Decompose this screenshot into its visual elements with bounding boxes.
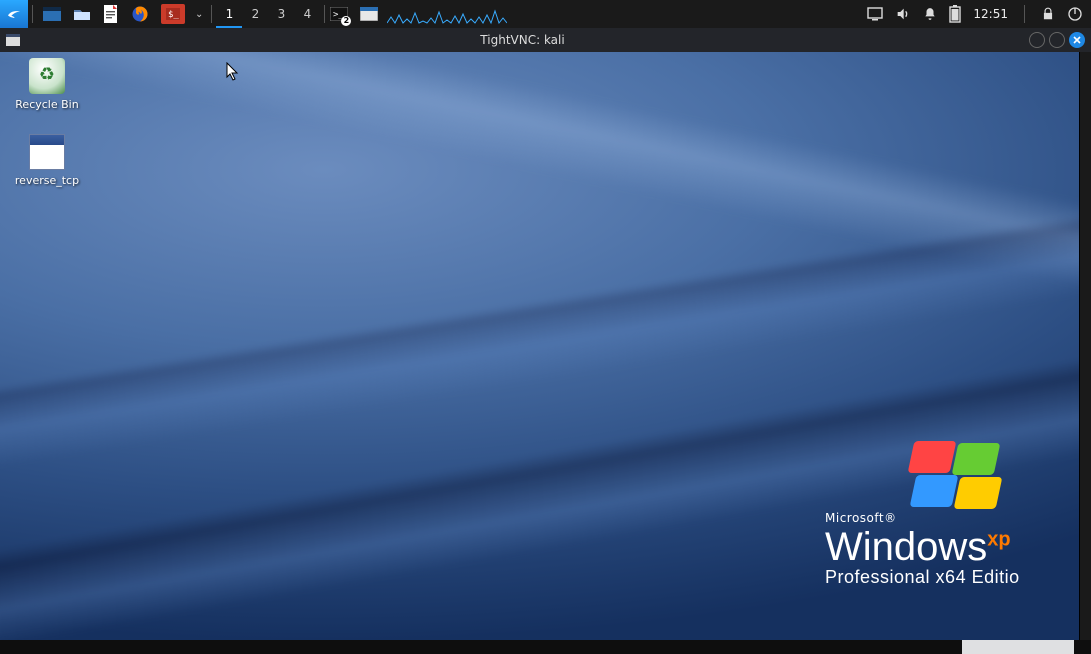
file-manager-button[interactable] bbox=[67, 0, 97, 28]
vnc-window-menu-icon[interactable] bbox=[6, 34, 20, 46]
vnc-window-titlebar[interactable]: TightVNC: kali bbox=[0, 28, 1091, 52]
window-minimize-button[interactable] bbox=[1029, 32, 1045, 48]
vnc-vertical-scrollbar[interactable] bbox=[1079, 52, 1091, 640]
lock-icon bbox=[1041, 6, 1055, 22]
brand-xp-text: xp bbox=[987, 529, 1010, 551]
panel-right-tray: 12:51 bbox=[867, 0, 1091, 28]
battery-icon bbox=[949, 5, 961, 23]
taskbar-vnc-window[interactable] bbox=[359, 4, 379, 24]
scrollbar-thumb[interactable] bbox=[962, 640, 1074, 654]
display-applet[interactable] bbox=[867, 7, 883, 21]
window-maximize-button[interactable] bbox=[1049, 32, 1065, 48]
workspace-label: 4 bbox=[304, 7, 312, 21]
display-icon bbox=[867, 7, 883, 21]
workspace-2[interactable]: 2 bbox=[242, 0, 268, 28]
desktop-icon-recycle-bin[interactable]: Recycle Bin bbox=[12, 58, 82, 111]
windows-xp-branding: Microsoft® Windowsxp Professional x64 Ed… bbox=[825, 511, 1079, 588]
workspace-3[interactable]: 3 bbox=[268, 0, 294, 28]
panel-left-tray: $_ ⌄ 1 2 3 4 >_ 2 bbox=[0, 0, 379, 28]
vnc-window-icon bbox=[360, 7, 378, 21]
power-icon bbox=[1067, 6, 1083, 22]
desktop-icon bbox=[43, 7, 61, 21]
taskbar-terminal-group[interactable]: >_ 2 bbox=[329, 4, 349, 24]
workspace-1[interactable]: 1 bbox=[216, 0, 242, 28]
brand-company: Microsoft® bbox=[825, 511, 1079, 525]
window-icon bbox=[6, 34, 20, 46]
battery-applet[interactable] bbox=[949, 5, 961, 23]
separator bbox=[324, 5, 325, 23]
svg-text:$_: $_ bbox=[168, 10, 179, 20]
firefox-button[interactable] bbox=[125, 0, 155, 28]
firefox-icon bbox=[131, 5, 149, 23]
workspace-4[interactable]: 4 bbox=[294, 0, 320, 28]
notifications-applet[interactable] bbox=[923, 6, 937, 22]
vnc-window-title: TightVNC: kali bbox=[20, 33, 1025, 47]
volume-applet[interactable] bbox=[895, 6, 911, 22]
bell-icon bbox=[923, 6, 937, 22]
network-graph-icon bbox=[387, 3, 507, 25]
power-button[interactable] bbox=[1067, 6, 1083, 22]
batch-file-icon bbox=[29, 134, 65, 170]
separator bbox=[211, 5, 212, 23]
kali-menu-button[interactable] bbox=[0, 0, 28, 28]
network-monitor-applet[interactable] bbox=[387, 3, 507, 25]
vnc-viewport: Recycle Bin reverse_tcp Microsoft® Windo… bbox=[0, 52, 1091, 654]
terminal-launcher[interactable]: $_ bbox=[155, 0, 191, 28]
brand-product-text: Windows bbox=[825, 525, 987, 569]
kali-top-panel: $_ ⌄ 1 2 3 4 >_ 2 bbox=[0, 0, 1091, 28]
windows-flag-icon bbox=[911, 441, 999, 511]
brand-edition: Professional x64 Editio bbox=[825, 567, 1079, 588]
desktop-icon-label: Recycle Bin bbox=[12, 98, 82, 111]
terminal-icon: $_ bbox=[161, 4, 185, 24]
document-icon bbox=[103, 5, 119, 23]
task-count-badge: 2 bbox=[341, 16, 351, 26]
volume-icon bbox=[895, 6, 911, 22]
brand-product: Windowsxp bbox=[825, 527, 1079, 567]
folder-icon bbox=[73, 7, 91, 21]
window-close-button[interactable] bbox=[1069, 32, 1085, 48]
workspace-label: 3 bbox=[278, 7, 286, 21]
kali-dragon-icon bbox=[6, 4, 22, 24]
close-icon bbox=[1072, 35, 1082, 45]
desktop-icon-reverse-tcp[interactable]: reverse_tcp bbox=[12, 134, 82, 187]
text-editor-button[interactable] bbox=[97, 0, 125, 28]
lock-screen-button[interactable] bbox=[1041, 6, 1055, 22]
terminal-dropdown-button[interactable]: ⌄ bbox=[191, 9, 207, 20]
show-desktop-button[interactable] bbox=[37, 0, 67, 28]
vnc-horizontal-scrollbar[interactable] bbox=[0, 640, 1091, 654]
recycle-bin-icon bbox=[29, 58, 65, 94]
workspace-label: 1 bbox=[226, 7, 234, 21]
xp-remote-desktop[interactable]: Recycle Bin reverse_tcp Microsoft® Windo… bbox=[0, 52, 1079, 640]
workspace-label: 2 bbox=[252, 7, 260, 21]
desktop-icon-label: reverse_tcp bbox=[12, 174, 82, 187]
separator bbox=[32, 5, 33, 23]
separator bbox=[1024, 5, 1025, 23]
panel-clock[interactable]: 12:51 bbox=[973, 7, 1008, 21]
